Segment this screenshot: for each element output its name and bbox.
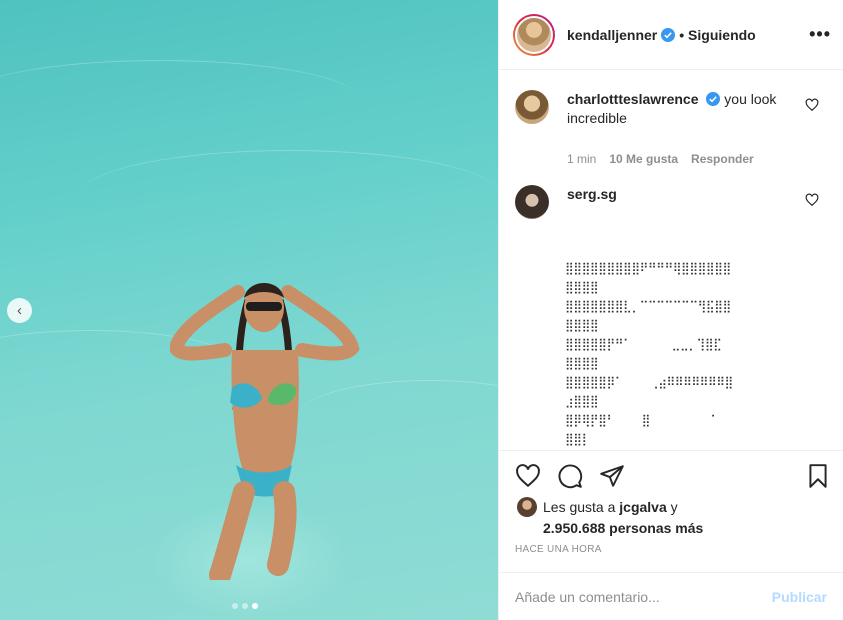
liker-username[interactable]: jcgalva (619, 499, 666, 515)
commenter-avatar[interactable] (515, 90, 549, 124)
post-actions (499, 450, 843, 500)
comment: serg.sg (515, 169, 827, 219)
water-ripple (0, 60, 360, 140)
comment-username[interactable]: charlottteslawrence (567, 91, 699, 107)
likes-prefix: Les gusta a (543, 499, 620, 515)
carousel-dot (232, 603, 238, 609)
comment-like-heart-icon[interactable] (805, 193, 819, 207)
comment-like-heart-icon[interactable] (805, 98, 819, 112)
more-options-icon[interactable]: ••• (809, 24, 831, 45)
heart-icon[interactable] (515, 463, 541, 489)
water-ripple (80, 150, 498, 240)
comments-list: charlottteslawrence you look incredible … (499, 70, 843, 450)
author-avatar[interactable] (513, 13, 555, 56)
chevron-left-icon: ‹ (17, 302, 22, 319)
comment-ascii-art: ⣿⣿⣿⣿⣿⣿⣿⣿⣿⠟⠛⠛⠛⢿⣿⣿⣿⣿⣿⣿ ⣿⣿⣿⣿ ⣿⣿⣿⣿⣿⣿⣿⣇⡀⠉⠉⠉⠉⠉… (565, 261, 733, 446)
likes-suffix: y (666, 499, 678, 515)
comment: charlottteslawrence you look incredible … (515, 70, 827, 169)
post-sidebar: kendalljenner • Siguiendo ••• charlottte… (498, 0, 843, 620)
add-comment-bar: Publicar (499, 572, 843, 620)
comment-time[interactable]: 1 min (567, 150, 596, 169)
carousel-dot (242, 603, 248, 609)
carousel-dots (232, 603, 258, 609)
post-header: kendalljenner • Siguiendo ••• (499, 0, 843, 70)
post-image[interactable]: ‹ (0, 0, 498, 620)
verified-badge-icon (706, 92, 721, 106)
publish-button[interactable]: Publicar (772, 589, 827, 605)
comment-username[interactable]: serg.sg (567, 186, 617, 202)
carousel-dot-active (252, 603, 258, 609)
send-icon[interactable] (599, 463, 625, 489)
follow-status[interactable]: • Siguiendo (679, 27, 755, 43)
likes-summary: Les gusta a jcgalva y 2.950.688 personas… (517, 497, 827, 536)
bookmark-icon[interactable] (805, 463, 831, 489)
person-figure (170, 283, 360, 580)
post-timestamp[interactable]: HACE UNA HORA (515, 544, 602, 555)
likes-count[interactable]: 2.950.688 personas más (517, 520, 827, 536)
comment-likes[interactable]: 10 Me gusta (609, 150, 678, 169)
reply-button[interactable]: Responder (691, 150, 754, 169)
liker-avatar[interactable] (517, 497, 537, 517)
commenter-avatar[interactable] (515, 185, 549, 219)
previous-image-button[interactable]: ‹ (7, 298, 32, 323)
author-username[interactable]: kendalljenner (567, 27, 657, 43)
comment-input[interactable] (515, 588, 772, 605)
verified-badge-icon (661, 27, 676, 42)
comment-icon[interactable] (557, 463, 583, 489)
